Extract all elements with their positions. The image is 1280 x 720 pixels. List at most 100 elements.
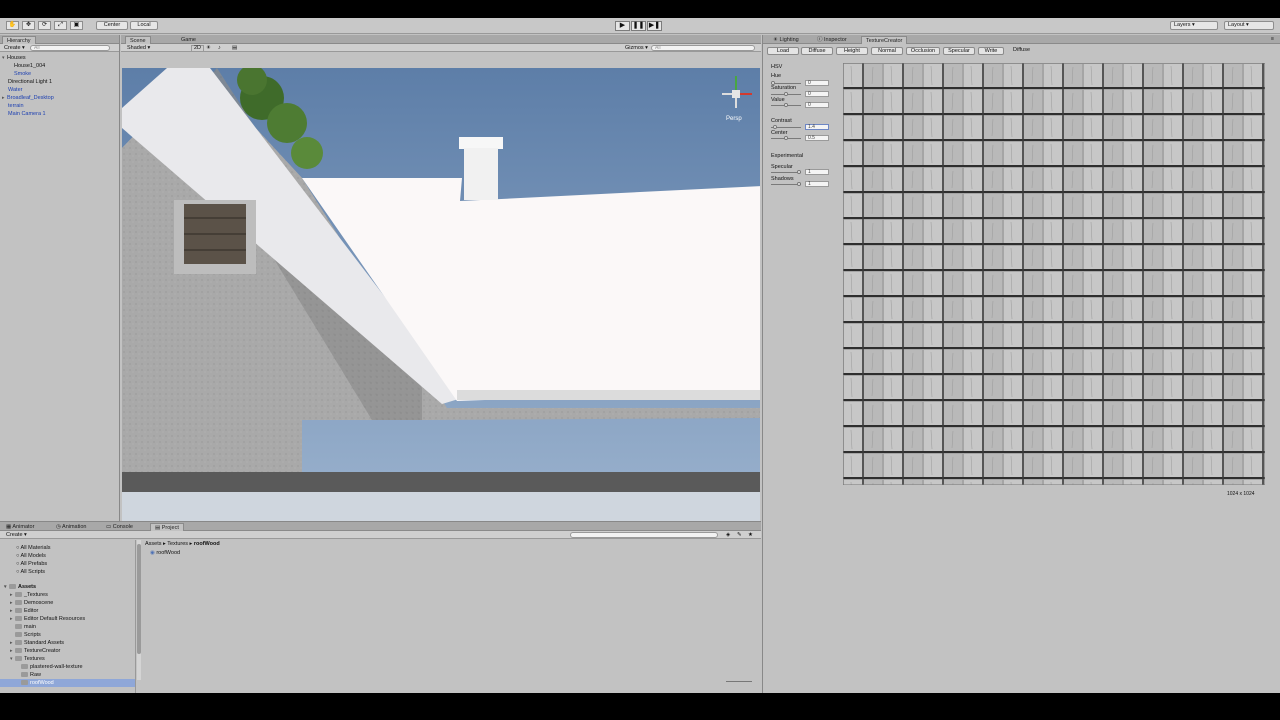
- tab-console[interactable]: ▭ Console: [102, 523, 137, 531]
- project-search-input[interactable]: [570, 532, 718, 538]
- asset-item-roofwood[interactable]: ◉ roofWood: [150, 549, 180, 557]
- breadcrumb-assets[interactable]: Assets: [145, 541, 162, 547]
- specular-field[interactable]: 1: [805, 169, 829, 175]
- gizmos-dropdown[interactable]: Gizmos ▾: [625, 45, 648, 51]
- filter-type-icon[interactable]: ◈: [726, 532, 730, 538]
- tree-scrollbar-thumb[interactable]: [137, 544, 141, 654]
- rotate-tool-icon[interactable]: ⟳: [38, 21, 51, 30]
- hierarchy-search-input[interactable]: All: [30, 45, 110, 51]
- assets-root[interactable]: ▾ Assets: [0, 583, 36, 591]
- hierarchy-item-main-camera[interactable]: Main Camera 1: [0, 110, 46, 118]
- hue-field[interactable]: 0: [805, 80, 829, 86]
- folder-textures-underscore[interactable]: ▸ _Textures: [0, 591, 48, 599]
- hierarchy-item-terrain[interactable]: terrain: [0, 102, 24, 110]
- layers-dropdown[interactable]: Layers ▾: [1170, 21, 1218, 30]
- saturation-field[interactable]: 0: [805, 91, 829, 97]
- favorite-all-scripts[interactable]: ○ All Scripts: [0, 568, 45, 576]
- hierarchy-item-directional-light[interactable]: Directional Light 1: [0, 78, 52, 86]
- tab-animation[interactable]: ◷ Animation: [52, 523, 91, 531]
- specular-slider-handle[interactable]: [797, 170, 801, 174]
- saturation-slider-handle[interactable]: [784, 92, 788, 96]
- folder-plastered-wall[interactable]: plastered-wall-texture: [0, 663, 83, 671]
- contrast-slider-handle[interactable]: [773, 125, 777, 129]
- star-icon[interactable]: ★: [748, 532, 753, 538]
- hierarchy-item-smoke[interactable]: Smoke: [0, 70, 31, 78]
- hierarchy-item-broadleaf[interactable]: ▸ Broadleaf_Desktop: [0, 94, 54, 102]
- step-button[interactable]: ▶❚: [647, 21, 662, 31]
- favorite-all-materials[interactable]: ○ All Materials: [0, 544, 51, 552]
- tab-game[interactable]: Game: [177, 36, 200, 44]
- occlusion-button[interactable]: Occlusion: [906, 47, 940, 55]
- effects-toggle-icon[interactable]: ▤: [232, 45, 237, 51]
- folder-editor[interactable]: ▸ Editor: [0, 607, 38, 615]
- project-create-dropdown[interactable]: Create ▾: [6, 532, 27, 538]
- folder-editor-default-resources[interactable]: ▸ Editor Default Resources: [0, 615, 85, 623]
- pivot-center-button[interactable]: Center: [96, 21, 128, 30]
- hierarchy-create-dropdown[interactable]: Create ▾: [4, 45, 25, 51]
- scene-viewport[interactable]: Persp: [122, 68, 760, 534]
- scale-tool-icon[interactable]: ⤢: [54, 21, 67, 30]
- load-button[interactable]: Load: [767, 47, 799, 55]
- rect-tool-icon[interactable]: ▣: [70, 21, 83, 30]
- favorite-all-prefabs[interactable]: ○ All Prefabs: [0, 560, 47, 568]
- tab-texture-creator[interactable]: TextureCreator: [861, 36, 908, 44]
- texture-creator-panel: ☀ Lighting ⓘ Inspector TextureCreator ≡ …: [762, 35, 1280, 693]
- lighting-toggle-icon[interactable]: ☀: [206, 45, 211, 51]
- audio-toggle-icon[interactable]: ♪: [218, 45, 221, 51]
- move-tool-icon[interactable]: ✥: [22, 21, 35, 30]
- shading-label: Shaded: [127, 45, 146, 51]
- normal-button[interactable]: Normal: [871, 47, 903, 55]
- contrast-field[interactable]: 1.4: [805, 124, 829, 130]
- scene-search-input[interactable]: All: [651, 45, 755, 51]
- breadcrumb-textures[interactable]: Textures: [167, 541, 188, 547]
- console-tab-label: Console: [112, 524, 133, 530]
- tab-project[interactable]: ▤ Project: [150, 523, 184, 531]
- folder-roofwood[interactable]: roofWood: [0, 679, 135, 687]
- height-button[interactable]: Height: [836, 47, 868, 55]
- zoom-slider[interactable]: [726, 681, 752, 682]
- folder-standard-assets[interactable]: ▸ Standard Assets: [0, 639, 64, 647]
- hierarchy-item-water[interactable]: Water: [0, 86, 22, 94]
- assets-root-label: Assets: [18, 584, 37, 590]
- shading-mode-dropdown[interactable]: Shaded ▾: [127, 45, 150, 51]
- specular-button[interactable]: Specular: [943, 47, 975, 55]
- layout-dropdown[interactable]: Layout ▾: [1224, 21, 1274, 30]
- center-slider-handle[interactable]: [784, 136, 788, 140]
- play-button[interactable]: ▶: [615, 21, 630, 31]
- pause-button[interactable]: ❚❚: [631, 21, 646, 31]
- saturation-label: Saturation: [771, 85, 797, 91]
- favorite-all-models[interactable]: ○ All Models: [0, 552, 46, 560]
- filter-label-icon[interactable]: ✎: [737, 532, 742, 538]
- tab-animator[interactable]: ▦ Animator: [2, 523, 38, 531]
- hierarchy-item-label: Smoke: [14, 71, 32, 77]
- diffuse-button[interactable]: Diffuse: [801, 47, 833, 55]
- tab-lighting[interactable]: ☀ Lighting: [769, 36, 803, 44]
- pivot-local-button[interactable]: Local: [130, 21, 158, 30]
- breadcrumb-roofwood[interactable]: roofWood: [194, 541, 220, 547]
- tab-scene[interactable]: Scene: [125, 36, 151, 44]
- folder-texture-creator[interactable]: ▸ TextureCreator: [0, 647, 60, 655]
- contrast-value: 1.4: [808, 124, 815, 130]
- folder-raw[interactable]: Raw: [0, 671, 41, 679]
- folder-demoscene[interactable]: ▸ Demoscene: [0, 599, 53, 607]
- center-field[interactable]: 0.5: [805, 135, 829, 141]
- tab-inspector[interactable]: ⓘ Inspector: [813, 36, 851, 44]
- hue-slider[interactable]: [771, 83, 801, 84]
- folder-main[interactable]: main: [0, 623, 36, 631]
- write-button[interactable]: Write: [978, 47, 1004, 55]
- folder-icon: [15, 656, 22, 662]
- shadows-slider-handle[interactable]: [797, 182, 801, 186]
- hierarchy-item-houses[interactable]: ▾ Houses: [0, 54, 26, 62]
- panel-menu-icon[interactable]: ≡: [1271, 36, 1274, 42]
- value-field[interactable]: 0: [805, 102, 829, 108]
- folder-textures[interactable]: ▾ Textures: [0, 655, 45, 663]
- 2d-toggle[interactable]: 2D: [191, 45, 205, 52]
- tab-hierarchy[interactable]: Hierarchy: [2, 36, 36, 44]
- shadows-field[interactable]: 1: [805, 181, 829, 187]
- folder-scripts[interactable]: Scripts: [0, 631, 41, 639]
- texture-resolution: 1024 x 1024: [1227, 491, 1255, 497]
- hand-tool-icon[interactable]: ✋: [6, 21, 19, 30]
- tree-scrollbar[interactable]: [137, 540, 141, 680]
- hierarchy-item-house[interactable]: House1_004: [0, 62, 45, 70]
- value-slider-handle[interactable]: [784, 103, 788, 107]
